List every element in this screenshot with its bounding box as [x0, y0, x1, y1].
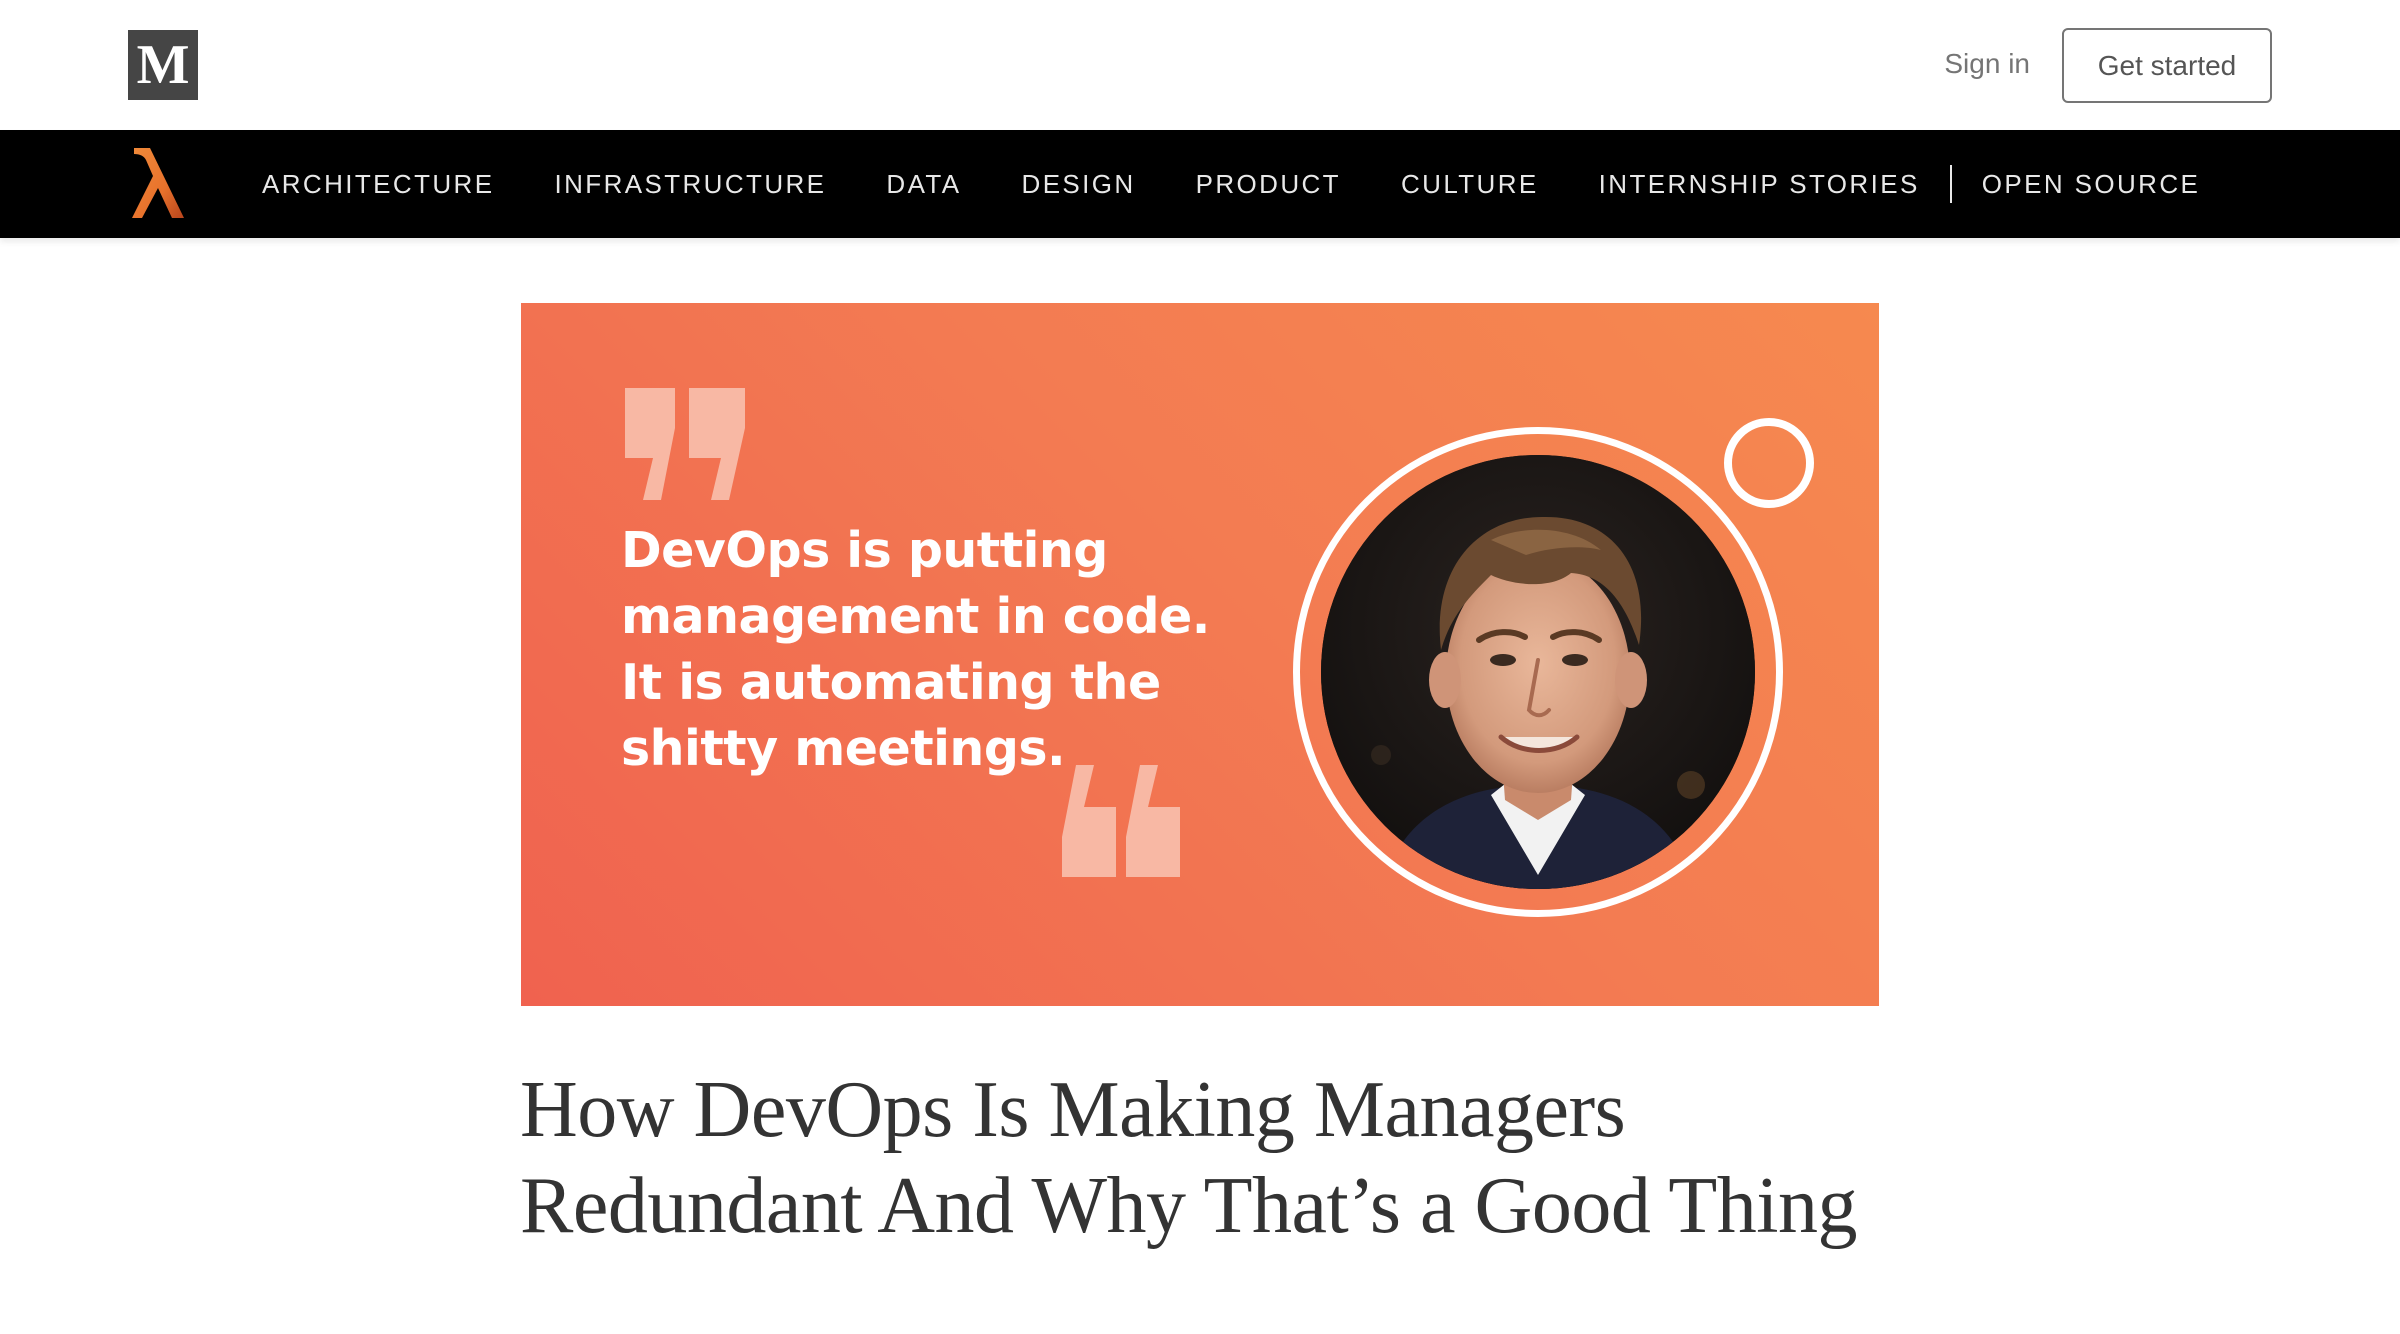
- nav-item-data[interactable]: DATA: [886, 169, 961, 200]
- nav-item-internship-stories[interactable]: INTERNSHIP STORIES: [1599, 169, 1920, 200]
- publication-nav: ARCHITECTURE INFRASTRUCTURE DATA DESIGN …: [0, 130, 2400, 238]
- hero-image: DevOps is putting management in code. It…: [521, 303, 1879, 1006]
- nav-items: ARCHITECTURE INFRASTRUCTURE DATA DESIGN …: [262, 130, 2260, 238]
- lambda-icon[interactable]: [128, 146, 188, 222]
- decorative-ring-icon: [1724, 418, 1814, 508]
- hero-quote-text: DevOps is putting management in code. It…: [621, 522, 1210, 777]
- speaker-portrait: [1321, 455, 1755, 889]
- nav-item-product[interactable]: PRODUCT: [1196, 169, 1341, 200]
- get-started-button[interactable]: Get started: [2062, 28, 2272, 103]
- nav-item-design[interactable]: DESIGN: [1022, 169, 1136, 200]
- medium-logo-icon[interactable]: M: [128, 30, 198, 100]
- nav-item-culture[interactable]: CULTURE: [1401, 169, 1539, 200]
- nav-divider: [1949, 165, 1952, 203]
- sign-in-link[interactable]: Sign in: [1944, 44, 2030, 84]
- nav-item-open-source[interactable]: OPEN SOURCE: [1982, 169, 2201, 200]
- top-bar: M Sign in Get started: [0, 0, 2400, 130]
- open-quote-icon: [625, 388, 745, 500]
- nav-item-infrastructure[interactable]: INFRASTRUCTURE: [554, 169, 826, 200]
- nav-item-architecture[interactable]: ARCHITECTURE: [262, 169, 494, 200]
- article-title: How DevOps Is Making Managers Redundant …: [520, 1066, 1857, 1250]
- close-quote-icon: [1062, 765, 1180, 877]
